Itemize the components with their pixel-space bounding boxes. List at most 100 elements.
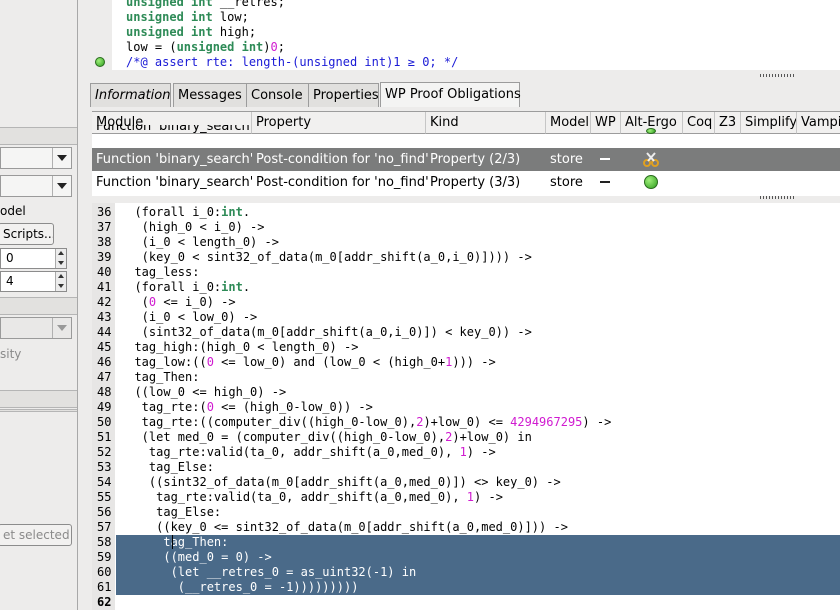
tab-console[interactable]: Console xyxy=(246,83,316,107)
code-line: 60 (let __retres_0 = as_uint32(-1) in xyxy=(92,565,840,580)
spin-arrows-icon[interactable] xyxy=(55,249,66,268)
cell-module: Function 'binary_search' xyxy=(96,125,252,134)
code-text: tag_Else: xyxy=(120,505,222,519)
code-text: __retres; xyxy=(212,0,285,9)
code-line: 41 (forall i_0:int. xyxy=(92,280,840,295)
line-number: 60 xyxy=(97,565,112,579)
source-view[interactable]: unsigned int __retres; unsigned int low;… xyxy=(88,0,840,70)
cell-property: Post-condition for 'no_find' xyxy=(256,175,428,190)
running-prover-icon[interactable] xyxy=(643,151,659,167)
left-combo-2[interactable] xyxy=(0,175,72,197)
line-number: 37 xyxy=(97,220,112,234)
not-applicable-icon xyxy=(600,181,610,183)
pane-resize-handle[interactable] xyxy=(760,74,794,77)
cell-kind: Property (3/3) xyxy=(430,175,521,190)
proof-valid-icon[interactable] xyxy=(644,175,658,189)
number-literal: 0 xyxy=(270,40,278,54)
code-text: tag_less: xyxy=(120,265,200,279)
run-selected-button[interactable]: et selected xyxy=(0,524,72,546)
spin-input-2[interactable]: 4 xyxy=(0,271,67,292)
code-line: 52 tag_rte:valid(ta_0, addr_shift(a_0,me… xyxy=(92,445,840,460)
line-number: 53 xyxy=(97,460,112,474)
spin-1-value: 0 xyxy=(6,251,14,265)
proof-obligations-table: Module Property Kind Model WP Alt-Ergo C… xyxy=(92,111,840,196)
keyword: unsigned int xyxy=(176,40,264,54)
text-cursor xyxy=(172,535,173,549)
line-number: 55 xyxy=(97,490,112,504)
left-panel: odel Scripts... 0 4 sity et selected xyxy=(0,0,78,610)
code-line: 43 (i_0 < low_0) -> xyxy=(92,310,840,325)
faded-label: sity xyxy=(0,347,22,361)
table-row[interactable]: Function 'binary_search' xyxy=(92,125,840,135)
chevron-down-icon[interactable] xyxy=(52,176,71,196)
code-line: 38 (i_0 < length_0) -> xyxy=(92,235,840,250)
code-text: (high_0 < i_0) -> xyxy=(120,220,265,234)
code-text: (i_0 < length_0) -> xyxy=(120,235,279,249)
code-line: 53 tag_Else: xyxy=(92,460,840,475)
code-line: 50 tag_rte:((computer_div((high_0-low_0)… xyxy=(92,415,840,430)
cell-module: Function 'binary_search' xyxy=(96,152,252,167)
code-line: 62 xyxy=(92,595,840,610)
left-combo-disabled[interactable] xyxy=(0,317,72,339)
tab-properties[interactable]: Properties xyxy=(308,83,379,107)
code-text: tag_Then: xyxy=(120,370,200,384)
code-line: 55 tag_rte:valid(ta_0, addr_shift(a_0,me… xyxy=(92,490,840,505)
line-number: 52 xyxy=(97,445,112,459)
line-number: 59 xyxy=(97,550,112,564)
code-line: 51 (let med_0 = (computer_div((high_0-lo… xyxy=(92,430,840,445)
code-text: (i_0 < low_0) -> xyxy=(120,310,258,324)
chevron-down-icon[interactable] xyxy=(52,148,71,168)
code-line: 59 ((med_0 = 0) -> xyxy=(92,550,840,565)
code-text: tag_rte:((computer_div((high_0-low_0),2)… xyxy=(120,415,612,429)
line-number: 40 xyxy=(97,265,112,279)
code-line: 37 (high_0 < i_0) -> xyxy=(92,220,840,235)
line-number: 36 xyxy=(97,205,112,219)
table-row[interactable]: Function 'binary_search' Post-condition … xyxy=(92,171,840,194)
code-line: 42 (0 <= i_0) -> xyxy=(92,295,840,310)
chevron-down-icon[interactable] xyxy=(52,318,71,338)
code-text: ) xyxy=(263,40,271,54)
source-line: /*@ assert rte: length-(unsigned int)1 ≥… xyxy=(126,55,458,70)
tab-wp-proof-obligations[interactable]: WP Proof Obligations xyxy=(380,82,521,107)
line-number: 47 xyxy=(97,370,112,384)
code-line: 44 (sint32_of_data(m_0[addr_shift(a_0,i_… xyxy=(92,325,840,340)
table-row[interactable]: Function 'binary_search' Post-condition … xyxy=(92,148,840,171)
cell-kind: Property (2/3) xyxy=(430,152,521,167)
code-line: 54 ((sint32_of_data(m_0[addr_shift(a_0,m… xyxy=(92,475,840,490)
spin-input-1[interactable]: 0 xyxy=(0,248,67,269)
source-line: unsigned int __retres; xyxy=(126,0,285,10)
code-text: tag_Else: xyxy=(120,460,214,474)
code-text: (sint32_of_data(m_0[addr_shift(a_0,i_0)]… xyxy=(120,325,532,339)
line-number: 46 xyxy=(97,355,112,369)
tab-information[interactable]: Information xyxy=(90,83,171,107)
line-number: 61 xyxy=(97,580,112,594)
proof-valid-icon[interactable] xyxy=(95,57,105,67)
code-text: (__retres_0 = -1))))))))) xyxy=(120,580,359,595)
not-applicable-icon xyxy=(600,158,610,160)
code-text: (key_0 < sint32_of_data(m_0[addr_shift(a… xyxy=(120,250,532,264)
code-line: 61 (__retres_0 = -1))))))))) xyxy=(92,580,840,595)
goal-view[interactable]: 36 (forall i_0:int. 37 (high_0 < i_0) -> 3… xyxy=(92,203,840,610)
code-text: tag_Then: xyxy=(120,535,229,550)
pane-resize-handle[interactable] xyxy=(760,196,794,199)
code-line: 40 tag_less: xyxy=(92,265,840,280)
code-text: ((key_0 <= sint32_of_data(m_0[addr_shift… xyxy=(120,520,568,534)
left-panel-line xyxy=(0,409,77,412)
scripts-button[interactable]: Scripts... xyxy=(0,223,54,245)
left-combo-1[interactable] xyxy=(0,147,72,169)
model-label: odel xyxy=(0,204,26,218)
code-line: 49 tag_rte:(0 <= (high_0-low_0)) -> xyxy=(92,400,840,415)
line-number: 44 xyxy=(97,325,112,339)
code-text: tag_rte:valid(ta_0, addr_shift(a_0,med_0… xyxy=(120,445,496,459)
code-line: 57 ((key_0 <= sint32_of_data(m_0[addr_sh… xyxy=(92,520,840,535)
code-text: ((sint32_of_data(m_0[addr_shift(a_0,med_… xyxy=(120,475,561,489)
code-text: (let __retres_0 = as_uint32(-1) in xyxy=(120,565,417,580)
line-number: 51 xyxy=(97,430,112,444)
proof-valid-icon xyxy=(646,128,656,134)
spin-2-value: 4 xyxy=(6,274,14,288)
source-line: low = (unsigned int)0; xyxy=(126,40,285,55)
line-number: 62 xyxy=(97,595,112,609)
spin-arrows-icon[interactable] xyxy=(55,272,66,291)
code-text: tag_high:(high_0 < length_0) -> xyxy=(120,340,359,354)
code-line: 46 tag_low:((0 <= low_0) and (low_0 < (h… xyxy=(92,355,840,370)
